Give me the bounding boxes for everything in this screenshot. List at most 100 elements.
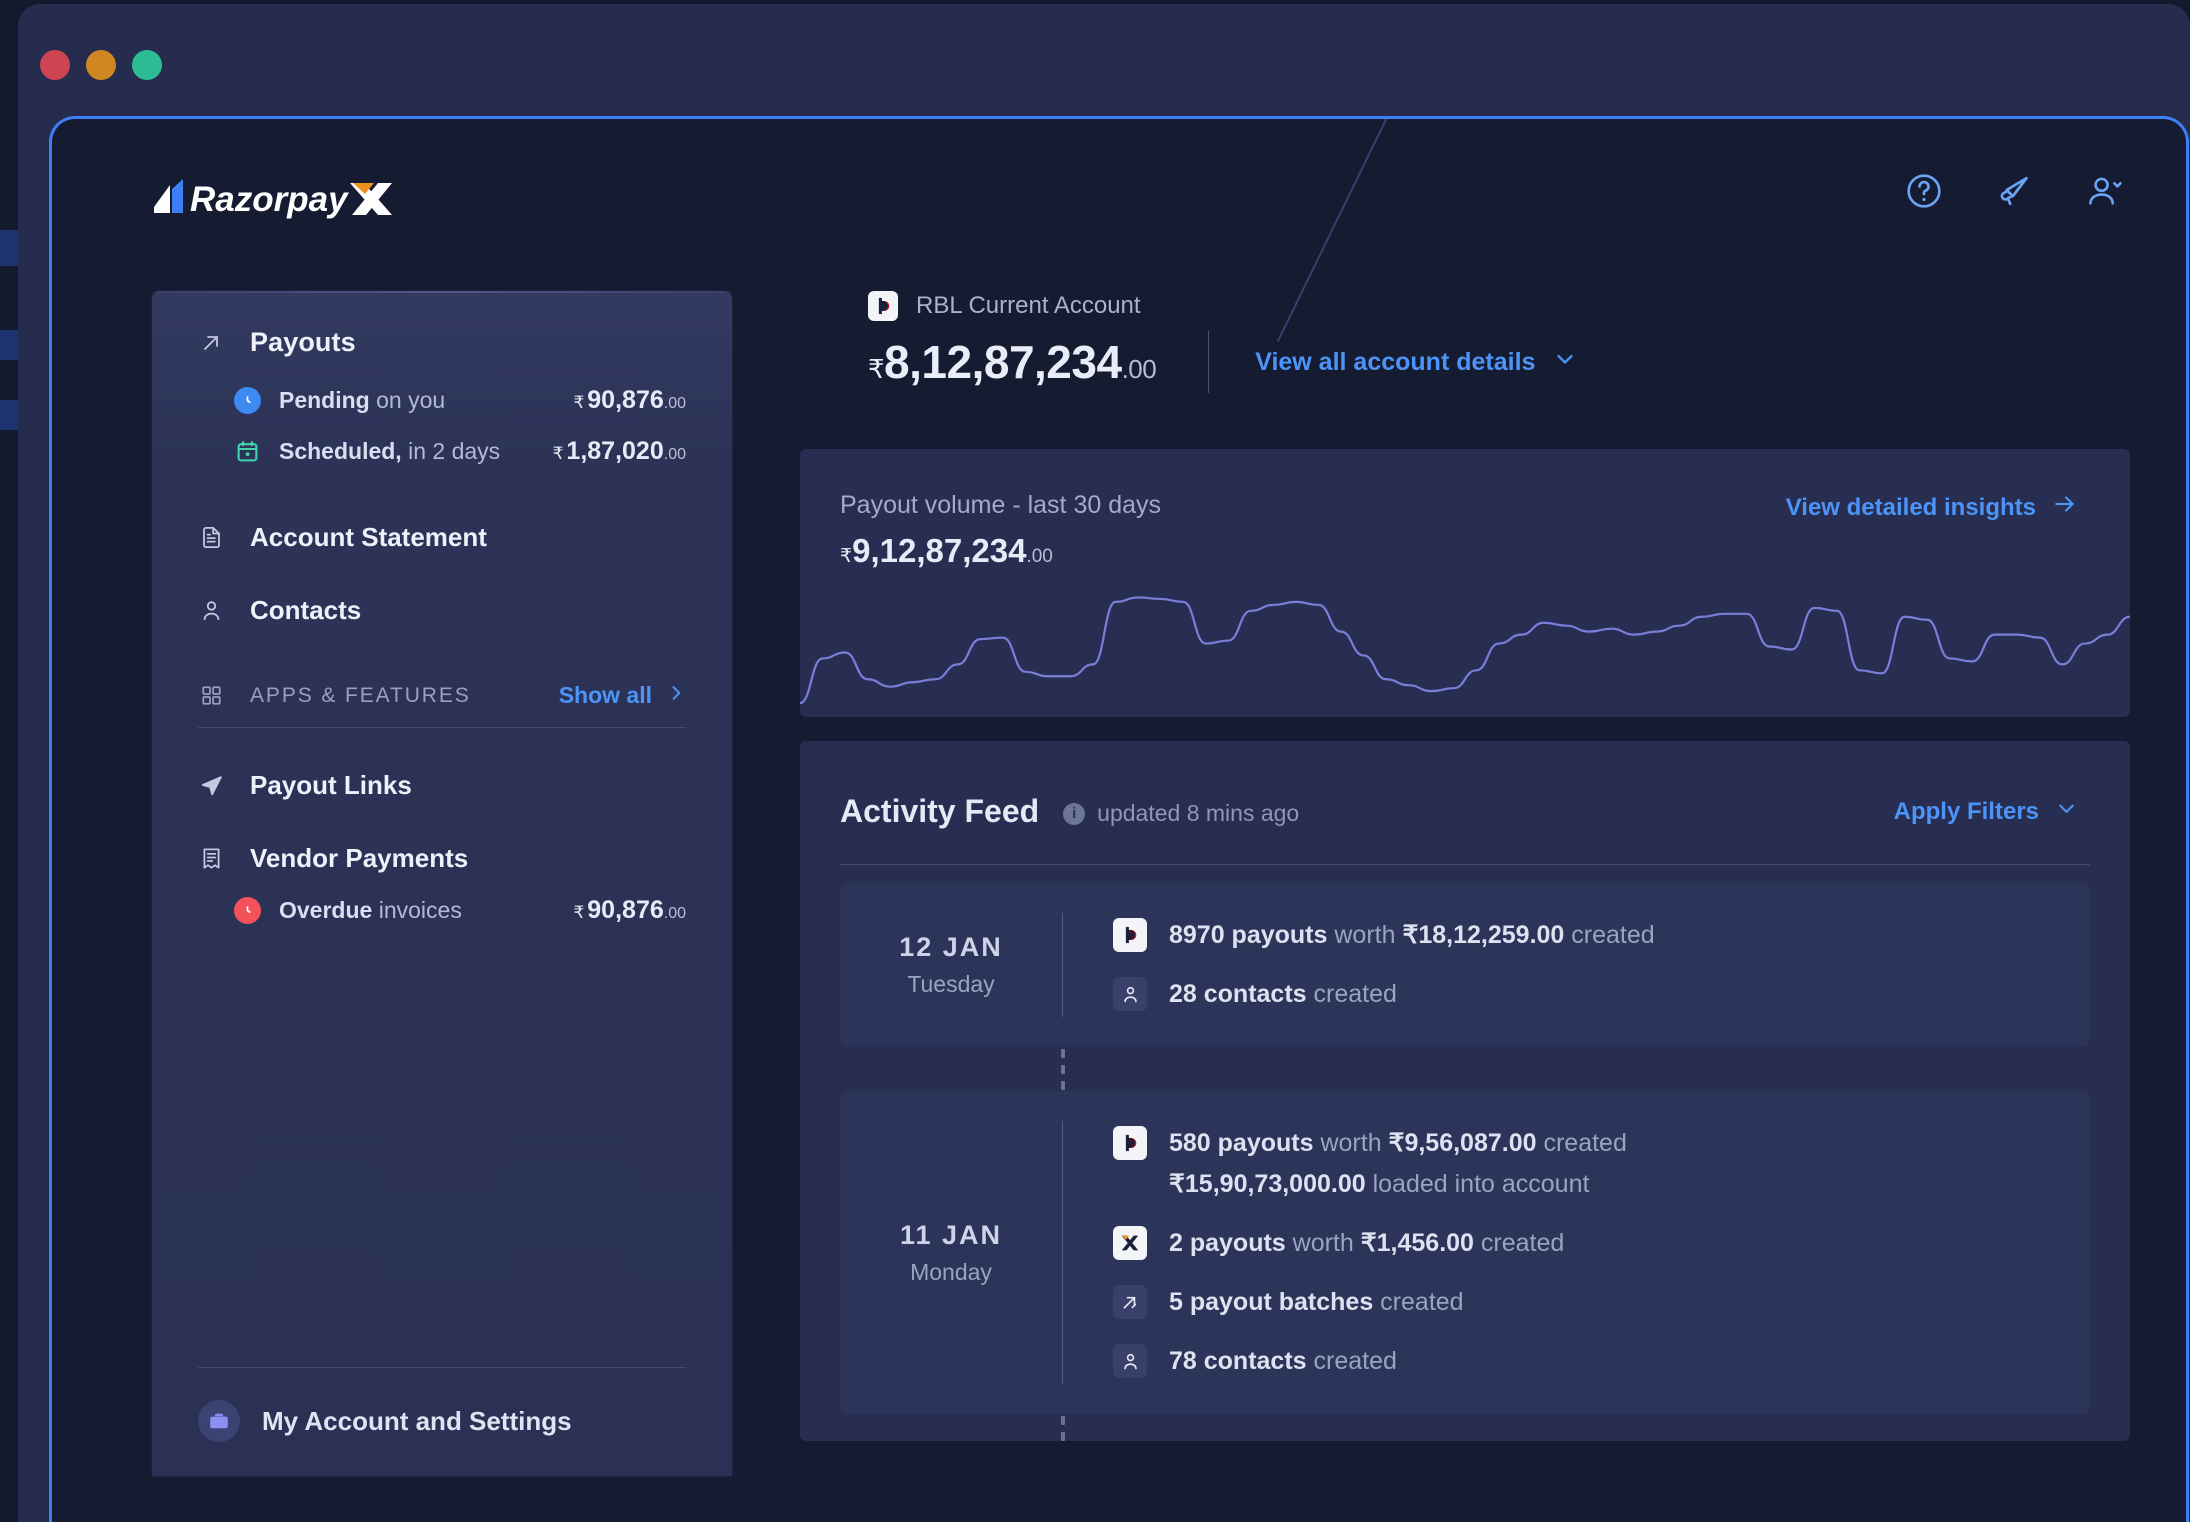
activity-row[interactable]: 5 payout batches created [1113, 1284, 2090, 1321]
sidebar-item-contacts[interactable]: Contacts [152, 595, 732, 626]
activity-feed-header: Activity Feed i updated 8 mins ago Apply… [800, 741, 2130, 830]
apply-filters-label: Apply Filters [1893, 797, 2039, 825]
activity-text: 580 payouts worth ₹9,56,087.00 created [1169, 1129, 1627, 1157]
window-titlebar [18, 4, 2190, 112]
document-icon [198, 525, 224, 551]
razorpayx-mark-icon [1113, 1226, 1147, 1260]
sidebar-subitem-amount: ₹1,87,020.00 [552, 437, 686, 465]
activity-date: 11 JAN Monday [840, 1091, 1062, 1414]
activity-text-wrap: 2 payouts worth ₹1,456.00 created [1169, 1225, 1564, 1262]
main-content: RBL Current Account ₹8,12,87,234.00 View… [800, 291, 2130, 1441]
window-maximize-button[interactable] [132, 50, 162, 80]
activity-date-weekday: Monday [910, 1258, 992, 1285]
activity-feed-title: Activity Feed [840, 793, 1040, 829]
activity-feed-card: Activity Feed i updated 8 mins ago Apply… [800, 741, 2130, 1441]
svg-text:Razorpay: Razorpay [190, 180, 349, 219]
activity-text: 5 payout batches created [1169, 1288, 1464, 1316]
sidebar-item-label: Contacts [250, 595, 362, 625]
vertical-divider [1208, 331, 1210, 393]
sidebar-subitem-label: Pending on you [279, 387, 446, 413]
chevron-right-icon [666, 682, 686, 709]
activity-date-weekday: Tuesday [907, 971, 995, 997]
sidebar-bottom-section: My Account and Settings [152, 1367, 732, 1476]
help-icon[interactable] [1902, 169, 1946, 213]
razorpayx-logo[interactable]: Razorpay [146, 175, 396, 223]
payout-volume-info: Payout volume - last 30 days ₹9,12,87,23… [840, 491, 1161, 570]
announcement-icon[interactable] [1992, 169, 2036, 213]
activity-row[interactable]: 78 contacts created [1113, 1343, 2090, 1380]
balance-row: ₹8,12,87,234.00 View all account details [868, 331, 2130, 393]
activity-text: 78 contacts created [1169, 1347, 1397, 1375]
sidebar-item-my-account-settings[interactable]: My Account and Settings [152, 1368, 732, 1476]
activity-row[interactable]: 28 contacts created [1113, 976, 2090, 1013]
briefcase-icon [198, 1400, 240, 1442]
app-header: Razorpay [52, 119, 2186, 279]
sidebar-item-label: Payout Links [250, 770, 412, 800]
activity-feed-divider [840, 864, 2090, 865]
show-all-label: Show all [558, 682, 652, 708]
activity-text-wrap: 28 contacts created [1169, 976, 1397, 1013]
header-icon-group [1902, 169, 2126, 213]
sidebar-subitem-pending[interactable]: Pending on you ₹90,876.00 [234, 386, 686, 415]
rbl-logo-icon [1113, 1126, 1147, 1160]
activity-text-wrap: 78 contacts created [1169, 1343, 1397, 1380]
account-summary: RBL Current Account ₹8,12,87,234.00 View… [800, 291, 2130, 393]
activity-date: 12 JAN Tuesday [840, 883, 1062, 1047]
window-minimize-button[interactable] [86, 50, 116, 80]
sidebar-item-vendor-payments[interactable]: Vendor Payments [152, 843, 732, 874]
apply-filters-button[interactable]: Apply Filters [1894, 797, 2078, 827]
payout-volume-sparkline [800, 582, 2130, 717]
sidebar-item-payouts[interactable]: Payouts [198, 327, 686, 358]
activity-group: 12 JAN Tuesday 8970 payouts worth ₹18,12,2… [840, 883, 2090, 1047]
activity-feed-updated: updated 8 mins ago [1097, 800, 1300, 826]
person-icon [1113, 977, 1147, 1011]
person-icon [1113, 1344, 1147, 1378]
invoice-icon [198, 846, 224, 872]
timeline-connector [1060, 1414, 1065, 1441]
payout-volume-amount: ₹9,12,87,234.00 [840, 532, 1053, 569]
timeline-connector [1060, 1047, 1065, 1091]
payout-volume-title: Payout volume - last 30 days [840, 491, 1162, 519]
sidebar-item-label: Vendor Payments [250, 843, 469, 873]
chevron-down-icon [2055, 797, 2078, 827]
show-all-button[interactable]: Show all [559, 682, 686, 709]
info-icon[interactable]: i [1063, 802, 1086, 825]
activity-rows: 8970 payouts worth ₹18,12,259.00 created… [1063, 883, 2090, 1047]
activity-subtext: ₹15,90,73,000.00 loaded into account [1169, 1170, 1590, 1198]
activity-text: 2 payouts worth ₹1,456.00 created [1169, 1229, 1565, 1257]
activity-text-wrap: 580 payouts worth ₹9,56,087.00 created ₹1… [1169, 1125, 1627, 1203]
payout-volume-card: Payout volume - last 30 days ₹9,12,87,23… [800, 449, 2130, 717]
view-detailed-insights-button[interactable]: View detailed insights [1786, 491, 2078, 524]
sidebar-section-apps-features: APPS & FEATURES Show all [152, 682, 732, 709]
view-detailed-insights-label: View detailed insights [1785, 493, 2036, 521]
app-viewport: Razorpay Payouts Pending on you ₹ 90,876… [49, 116, 2189, 1522]
sidebar-subitem-scheduled[interactable]: Scheduled, in 2 days ₹1,87,020.00 [234, 437, 686, 466]
sidebar-subitem-label: Scheduled, in 2 days [279, 438, 501, 464]
person-icon [198, 598, 224, 624]
sidebar-item-payout-links[interactable]: Payout Links [152, 770, 732, 801]
account-name-row: RBL Current Account [868, 291, 2130, 321]
account-balance: ₹8,12,87,234.00 [868, 336, 1157, 388]
sidebar-item-label: Account Statement [250, 522, 487, 552]
activity-row[interactable]: 8970 payouts worth ₹18,12,259.00 created [1113, 917, 2090, 954]
activity-feed-body: 12 JAN Tuesday 8970 payouts worth ₹18,12,2… [800, 883, 2130, 1441]
activity-row[interactable]: 580 payouts worth ₹9,56,087.00 created ₹1… [1113, 1125, 2090, 1203]
activity-row[interactable]: 2 payouts worth ₹1,456.00 created [1113, 1225, 2090, 1262]
activity-text-wrap: 8970 payouts worth ₹18,12,259.00 created [1169, 917, 1655, 954]
sidebar-subitem-amount: ₹90,876.00 [573, 386, 686, 414]
rbl-logo-icon [1113, 918, 1147, 952]
application-window: Razorpay Payouts Pending on you ₹ 90,876… [18, 4, 2190, 1522]
sidebar-subitem-amount: ₹90,876.00 [573, 896, 686, 924]
view-account-details-button[interactable]: View all account details [1255, 347, 1577, 378]
chevron-down-icon [1553, 347, 1577, 378]
window-close-button[interactable] [40, 50, 70, 80]
account-menu-icon[interactable] [2082, 169, 2126, 213]
view-account-details-label: View all account details [1255, 347, 1536, 376]
activity-text: 8970 payouts worth ₹18,12,259.00 created [1169, 921, 1655, 949]
sidebar-top-section: Payouts Pending on you ₹90,876.00 Schedu… [152, 291, 732, 466]
sidebar-subitem-overdue-invoices[interactable]: Overdue invoices ₹90,876.00 [234, 896, 686, 925]
sidebar-item-account-statement[interactable]: Account Statement [152, 522, 732, 553]
sidebar-item-label: Payouts [250, 327, 356, 357]
sidebar: Payouts Pending on you ₹90,876.00 Schedu… [152, 291, 732, 1476]
clock-icon [234, 387, 261, 414]
